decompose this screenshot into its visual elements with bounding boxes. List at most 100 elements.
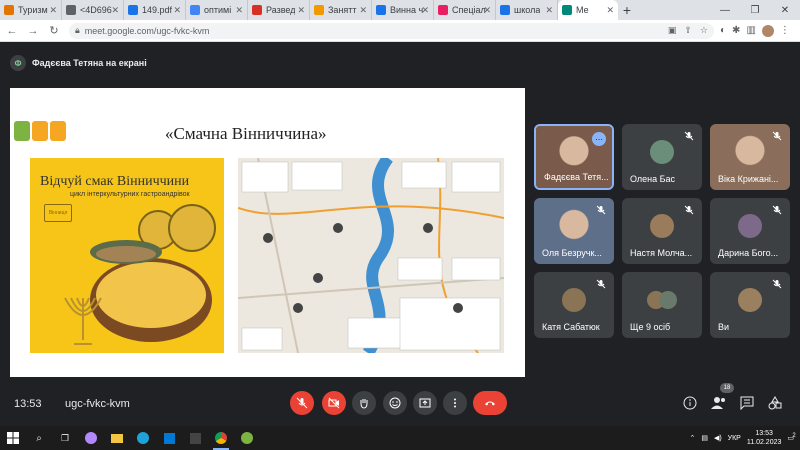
tab-close-icon[interactable]: ✕: [606, 5, 614, 16]
tab-favicon-icon: [66, 5, 76, 15]
taskbar-app-explorer[interactable]: [104, 426, 130, 450]
participant-tile[interactable]: Оля Безручк...: [534, 198, 614, 264]
participant-tile[interactable]: Настя Молча...: [622, 198, 702, 264]
network-icon[interactable]: ▤: [701, 434, 708, 442]
taskbar-app-chrome[interactable]: [208, 426, 234, 450]
poster-logo: Вінниця: [44, 204, 72, 222]
taskbar-app-store[interactable]: [156, 426, 182, 450]
new-tab-button[interactable]: +: [618, 0, 636, 20]
tab-title: школа: [514, 5, 541, 15]
participant-tile[interactable]: Ви: [710, 272, 790, 338]
city-map-image: [238, 158, 504, 353]
participant-avatar: [738, 287, 762, 312]
notification-button[interactable]: ▭ 2: [787, 433, 795, 442]
participant-tile[interactable]: Ще 9 осіб: [622, 272, 702, 338]
browser-tab[interactable]: Спеціал ✕: [434, 0, 496, 20]
minimize-icon[interactable]: —: [710, 0, 740, 20]
tab-close-icon[interactable]: ✕: [483, 5, 491, 16]
participant-avatar: [562, 287, 586, 312]
tab-close-icon[interactable]: ✕: [421, 5, 429, 16]
tab-close-icon[interactable]: ✕: [545, 5, 553, 16]
tab-close-icon[interactable]: ✕: [111, 5, 119, 16]
reload-icon[interactable]: ↻: [45, 22, 63, 40]
participant-name: Настя Молча...: [630, 248, 693, 258]
participant-tile[interactable]: Олена Бас: [622, 124, 702, 190]
edge-icon: [137, 432, 149, 444]
tab-close-icon[interactable]: ✕: [173, 5, 181, 16]
participant-name: Ще 9 осіб: [630, 322, 671, 332]
puzzle-icon[interactable]: ✱: [732, 25, 740, 36]
search-button[interactable]: ⌕: [26, 426, 52, 450]
leave-call-button[interactable]: [473, 391, 507, 415]
windows-icon: [7, 432, 19, 444]
address-bar[interactable]: 🔒︎ meet.google.com/ugc-fvkc-kvm ▣ ⇪ ☆: [69, 22, 714, 39]
camera-toggle-button[interactable]: [322, 391, 346, 415]
people-icon: [711, 397, 725, 409]
browser-tab[interactable]: Ме ✕: [558, 0, 618, 20]
close-window-icon[interactable]: ✕: [770, 0, 800, 20]
present-screen-button[interactable]: [413, 391, 437, 415]
task-view-button[interactable]: ❐: [52, 426, 78, 450]
hang-up-icon: [485, 401, 495, 406]
start-button[interactable]: [0, 426, 26, 450]
system-clock[interactable]: 13:53 11.02.2023: [747, 429, 782, 447]
tile-options-icon[interactable]: ⋯: [592, 132, 606, 146]
raise-hand-button[interactable]: [352, 391, 376, 415]
meeting-code[interactable]: ugc-fvkc-kvm: [65, 398, 130, 410]
search-icon: ⌕: [36, 432, 42, 444]
taskbar-app-edge[interactable]: [130, 426, 156, 450]
taskbar-app-unknown[interactable]: [182, 426, 208, 450]
profile-avatar[interactable]: [761, 24, 774, 37]
participant-tile[interactable]: Віка Крижані...: [710, 124, 790, 190]
tab-close-icon[interactable]: ✕: [235, 5, 243, 16]
meeting-details-button[interactable]: [682, 395, 698, 411]
browser-tab[interactable]: <4D696 ✕: [62, 0, 124, 20]
browser-tab[interactable]: Занятт ✕: [310, 0, 372, 20]
menorah-image: [64, 297, 102, 345]
tab-close-icon[interactable]: ✕: [359, 5, 367, 16]
participant-tile[interactable]: ⋯ Фадєєва Тетя...: [534, 124, 614, 190]
browser-toolbar: ← → ↻ 🔒︎ meet.google.com/ugc-fvkc-kvm ▣ …: [0, 20, 800, 42]
participant-tile[interactable]: Катя Сабатюк: [534, 272, 614, 338]
tray-chevron-icon[interactable]: ⌃: [689, 434, 695, 442]
bookmark-star-icon[interactable]: ☆: [700, 25, 708, 36]
participant-avatar: [650, 139, 674, 164]
camera-indicator-icon[interactable]: ▣: [668, 25, 677, 36]
url-text: meet.google.com/ugc-fvkc-kvm: [84, 25, 210, 36]
forward-icon[interactable]: →: [24, 22, 42, 40]
more-options-button[interactable]: [443, 391, 467, 415]
chat-button[interactable]: [739, 395, 755, 411]
extension-icon[interactable]: ◐: [720, 25, 726, 36]
browser-tab[interactable]: 149.pdf ✕: [124, 0, 186, 20]
activities-button[interactable]: [767, 395, 783, 411]
tab-close-icon[interactable]: ✕: [49, 5, 57, 16]
menu-kebab-icon[interactable]: ⋮: [780, 25, 790, 36]
browser-tab[interactable]: школа ✕: [496, 0, 558, 20]
cortana-button[interactable]: [78, 426, 104, 450]
slide-decor-square: [14, 121, 30, 141]
mic-off-icon: [771, 130, 783, 142]
participant-tile[interactable]: Дарина Бого...: [710, 198, 790, 264]
coin-image: [168, 204, 216, 252]
shared-screen: «Смачна Вінниччина» Відчуй смак Вінниччи…: [10, 88, 525, 377]
tab-favicon-icon: [376, 5, 386, 15]
kebab-icon: [454, 398, 456, 408]
tab-title: Спеціал: [452, 5, 486, 15]
back-icon[interactable]: ←: [3, 22, 21, 40]
browser-tab[interactable]: оптимі ✕: [186, 0, 248, 20]
browser-tab[interactable]: Туризм ✕: [0, 0, 62, 20]
sidepanel-icon[interactable]: ▥: [746, 25, 755, 36]
mic-toggle-button[interactable]: [290, 391, 314, 415]
maximize-icon[interactable]: ❐: [740, 0, 770, 20]
volume-icon[interactable]: ◀︎): [714, 434, 722, 442]
participant-avatar: [738, 213, 762, 238]
app-icon: [241, 432, 253, 444]
share-icon[interactable]: ⇪: [684, 25, 692, 36]
browser-tab[interactable]: Развед ✕: [248, 0, 310, 20]
tab-close-icon[interactable]: ✕: [297, 5, 305, 16]
input-language[interactable]: УКР: [728, 435, 741, 442]
emoji-reaction-button[interactable]: [383, 391, 407, 415]
people-button[interactable]: [711, 395, 727, 411]
taskbar-app-other[interactable]: [234, 426, 260, 450]
browser-tab[interactable]: Винна ч ✕: [372, 0, 434, 20]
